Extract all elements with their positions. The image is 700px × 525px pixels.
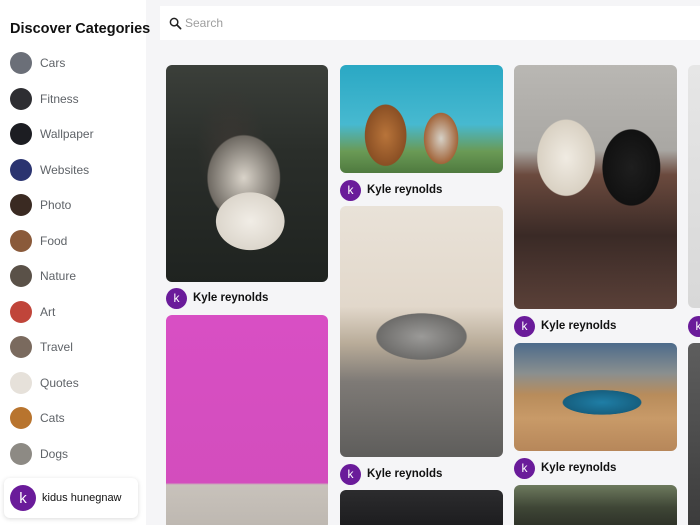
category-nature[interactable]: Nature [10, 264, 76, 288]
category-label: Quotes [40, 376, 79, 390]
category-websites[interactable]: Websites [10, 158, 89, 182]
category-art[interactable]: Art [10, 300, 55, 324]
category-label: Dogs [40, 447, 69, 461]
pin-author[interactable]: k Kyle reynolds [514, 457, 616, 479]
category-quotes[interactable]: Quotes [10, 371, 79, 395]
category-thumbnail [10, 443, 32, 465]
category-wallpaper[interactable]: Wallpaper [10, 122, 94, 146]
author-name: Kyle reynolds [541, 320, 617, 332]
avatar: k [340, 179, 361, 201]
category-label: Wallpaper [40, 127, 94, 141]
category-cars[interactable]: Cars [10, 51, 65, 75]
category-label: Nature [40, 269, 77, 283]
category-cats[interactable]: Cats [10, 406, 65, 430]
user-profile-card[interactable]: k kidus hunegnaw [4, 478, 138, 518]
pin-image[interactable] [514, 485, 677, 525]
pin-image-dogs-sky[interactable] [340, 65, 503, 173]
pin-image-lab-dogs[interactable] [514, 65, 677, 309]
category-thumbnail [10, 159, 32, 181]
pin-image-husky[interactable] [166, 65, 328, 282]
pin-image-car[interactable] [340, 206, 503, 457]
search-icon [169, 17, 182, 29]
avatar: k [340, 463, 361, 485]
category-thumbnail [10, 407, 32, 429]
pin-image-partial[interactable] [688, 343, 700, 525]
avatar: k [166, 287, 187, 309]
category-thumbnail [10, 301, 32, 323]
category-label: Fitness [40, 92, 79, 106]
sidebar: Discover Categories Cars Fitness Wallpap… [0, 0, 150, 525]
category-photo[interactable]: Photo [10, 193, 71, 217]
category-food[interactable]: Food [10, 229, 67, 253]
category-label: Travel [40, 340, 73, 354]
category-label: Food [40, 234, 68, 248]
category-thumbnail [10, 372, 32, 394]
category-label: Photo [40, 198, 72, 212]
category-thumbnail [10, 123, 32, 145]
category-thumbnail [10, 336, 32, 358]
author-name: Kyle reynolds [541, 462, 617, 474]
avatar: k [514, 315, 535, 337]
category-label: Art [40, 305, 56, 319]
author-name: Kyle reynolds [367, 184, 443, 196]
category-label: Websites [40, 163, 90, 177]
category-travel[interactable]: Travel [10, 335, 73, 359]
user-name: kidus hunegnaw [42, 492, 122, 504]
category-thumbnail [10, 265, 32, 287]
author-name: Kyle reynolds [367, 468, 443, 480]
category-dogs[interactable]: Dogs [10, 442, 68, 466]
pin-author[interactable]: k Kyle reynolds [340, 463, 442, 485]
search-input[interactable] [185, 16, 485, 30]
category-thumbnail [10, 88, 32, 110]
category-label: Cars [40, 56, 66, 70]
pin-image-partial[interactable] [688, 65, 700, 308]
avatar: k [514, 457, 535, 479]
category-thumbnail [10, 230, 32, 252]
pin-image[interactable] [340, 490, 503, 525]
search-bar [160, 6, 700, 40]
pin-image-dogs-pink-wall[interactable] [166, 315, 328, 525]
author-name: Kyle reynolds [193, 292, 269, 304]
pin-author-partial[interactable]: k [688, 315, 700, 337]
pin-author[interactable]: k Kyle reynolds [166, 287, 268, 309]
pin-author[interactable]: k Kyle reynolds [514, 315, 616, 337]
avatar: k [10, 485, 36, 511]
pin-author[interactable]: k Kyle reynolds [340, 179, 442, 201]
sidebar-title: Discover Categories [10, 21, 151, 37]
pin-image-blue-car[interactable] [514, 343, 677, 451]
category-fitness[interactable]: Fitness [10, 87, 79, 111]
category-thumbnail [10, 52, 32, 74]
avatar: k [688, 315, 700, 337]
category-thumbnail [10, 194, 32, 216]
category-label: Cats [40, 411, 65, 425]
